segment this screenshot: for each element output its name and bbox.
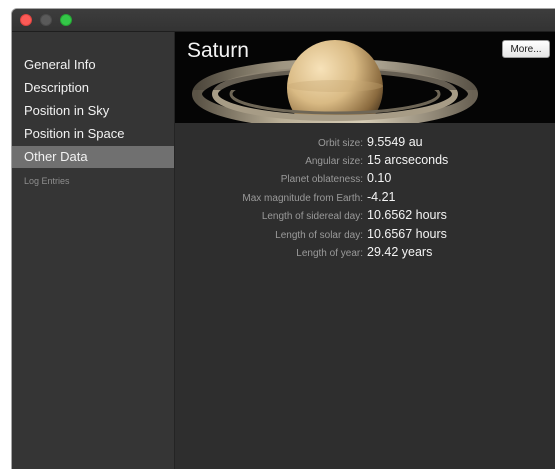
detail-row-solar-day: Length of solar day: 10.6567 hours — [175, 227, 555, 245]
detail-value: 10.6562 hours — [367, 208, 447, 222]
detail-label: Length of solar day: — [275, 230, 363, 241]
detail-row-angular-size: Angular size: 15 arcseconds — [175, 153, 555, 171]
detail-label: Length of year: — [296, 248, 363, 259]
zoom-window-button[interactable] — [60, 14, 72, 26]
app-window: General Info Description Position in Sky… — [12, 9, 555, 469]
sidebar-item-description[interactable]: Description — [12, 77, 174, 99]
detail-label: Orbit size: — [317, 138, 363, 149]
detail-row-length-of-year: Length of year: 29.42 years — [175, 245, 555, 263]
detail-value: 10.6567 hours — [367, 227, 447, 241]
detail-row-planet-oblateness: Planet oblateness: 0.10 — [175, 171, 555, 189]
detail-label: Angular size: — [305, 156, 363, 167]
detail-value: 9.5549 au — [367, 135, 423, 149]
detail-row-sidereal-day: Length of sidereal day: 10.6562 hours — [175, 208, 555, 226]
planet-header: Saturn More... — [175, 32, 555, 123]
sidebar-item-other-data[interactable]: Other Data — [12, 146, 174, 168]
detail-label: Length of sidereal day: — [261, 211, 363, 222]
title-bar — [12, 9, 555, 32]
detail-row-orbit-size: Orbit size: 9.5549 au — [175, 135, 555, 153]
sidebar-item-general-info[interactable]: General Info — [12, 54, 174, 76]
sidebar: General Info Description Position in Sky… — [12, 32, 175, 469]
planet-title: Saturn — [187, 39, 249, 62]
detail-value: 29.42 years — [367, 245, 433, 259]
sidebar-item-position-in-sky[interactable]: Position in Sky — [12, 100, 174, 122]
sidebar-item-log-entries[interactable]: Log Entries — [12, 170, 174, 192]
close-window-button[interactable] — [20, 14, 32, 26]
detail-value: -4.21 — [367, 190, 396, 204]
detail-label: Planet oblateness: — [280, 174, 363, 185]
minimize-window-button[interactable] — [40, 14, 52, 26]
more-button[interactable]: More... — [502, 40, 550, 58]
sidebar-item-position-in-space[interactable]: Position in Space — [12, 123, 174, 145]
detail-pane: Saturn More... Orbit size: 9.5549 au Ang… — [175, 32, 555, 469]
detail-row-max-magnitude: Max magnitude from Earth: -4.21 — [175, 190, 555, 208]
detail-label: Max magnitude from Earth: — [242, 193, 363, 204]
detail-value: 0.10 — [367, 171, 392, 185]
detail-value: 15 arcseconds — [367, 153, 449, 167]
